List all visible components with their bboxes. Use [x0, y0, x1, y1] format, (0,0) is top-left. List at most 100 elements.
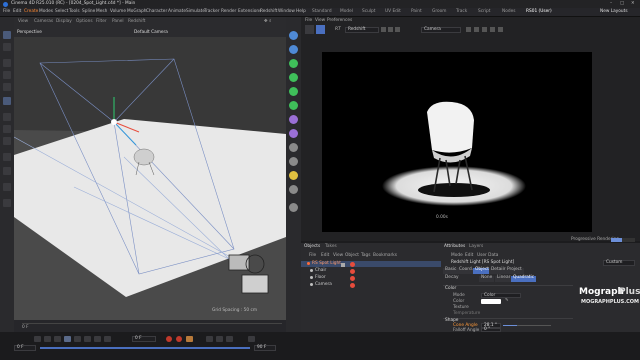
subtab-project[interactable]: Project: [505, 267, 524, 274]
new-layouts-button[interactable]: New Layouts: [600, 9, 628, 14]
tab-takes[interactable]: Takes: [325, 244, 337, 249]
rv-channel-icon[interactable]: [482, 27, 487, 32]
rendered-image[interactable]: 0.00s: [322, 52, 592, 232]
prev-key-icon[interactable]: [44, 336, 51, 342]
rv-menu-preferences[interactable]: Preferences: [327, 18, 352, 23]
layout-tab-model[interactable]: Model: [340, 9, 353, 14]
cone-angle-slider[interactable]: [503, 325, 551, 326]
select-icon[interactable]: [3, 43, 11, 51]
menu-volume[interactable]: Volume: [110, 9, 126, 14]
menu-tools[interactable]: Tools: [69, 9, 80, 14]
move-icon[interactable]: [3, 59, 11, 67]
obj-menu-bookmarks[interactable]: Bookmarks: [373, 253, 397, 258]
menu-character[interactable]: Character: [146, 9, 167, 14]
rv-menu-view[interactable]: View: [315, 18, 325, 23]
rv-camera-select[interactable]: Camera: [421, 27, 461, 33]
tag-icon[interactable]: [350, 269, 355, 274]
rv-save-icon[interactable]: [388, 27, 393, 32]
attr-menu-edit[interactable]: Edit: [465, 253, 473, 258]
rv-render-button[interactable]: [305, 25, 314, 34]
object-row[interactable]: RS Spot Light: [301, 261, 441, 267]
tag-icon[interactable]: [350, 262, 355, 267]
layer-toggle-icon[interactable]: [341, 263, 345, 267]
rv-channel-icon[interactable]: [474, 27, 479, 32]
viewport-menu-display[interactable]: Display: [56, 19, 72, 24]
color-picker-icon[interactable]: ✎: [505, 298, 509, 303]
go-to-end-icon[interactable]: [94, 336, 101, 342]
viewport-menu-view[interactable]: View: [18, 19, 28, 24]
layout-tab-groom[interactable]: Groom: [432, 9, 446, 14]
menu-redshift[interactable]: Redshift: [260, 9, 277, 14]
object-row[interactable]: Floor: [301, 275, 441, 281]
snap-icon[interactable]: [3, 167, 11, 175]
tab-layers[interactable]: Layers: [469, 244, 483, 249]
close-icon[interactable]: ✕: [631, 1, 635, 6]
layout-tab-rs01[interactable]: RS01 (User): [526, 9, 552, 14]
next-key-icon[interactable]: [84, 336, 91, 342]
polygons-mode-icon[interactable]: [3, 137, 11, 145]
viewport-menu-options[interactable]: Options: [76, 19, 93, 24]
attr-mode-select[interactable]: Custom: [603, 260, 635, 266]
play-icon[interactable]: [64, 336, 71, 342]
obj-menu-file[interactable]: File: [309, 253, 316, 258]
menu-mesh[interactable]: Mesh: [96, 9, 107, 14]
rotate-icon[interactable]: [3, 83, 11, 91]
menu-simulate[interactable]: Simulate: [186, 9, 205, 14]
field-icon[interactable]: [289, 115, 298, 124]
key-rotation-icon[interactable]: [216, 336, 223, 342]
timeline[interactable]: 0 F: [14, 320, 286, 332]
tab-attributes[interactable]: Attributes: [444, 244, 465, 249]
menu-spline[interactable]: Spline: [82, 9, 95, 14]
start-frame-field[interactable]: 0 F: [14, 345, 36, 351]
record-icon[interactable]: [166, 336, 172, 342]
obj-menu-view[interactable]: View: [333, 253, 343, 258]
menu-animate[interactable]: Animate: [168, 9, 186, 14]
cube-icon[interactable]: [289, 31, 298, 40]
viewport-menu-cameras[interactable]: Cameras: [34, 19, 53, 24]
color-section-heading[interactable]: Color: [445, 286, 456, 291]
bend-icon[interactable]: [289, 101, 298, 110]
extrude-icon[interactable]: [289, 87, 298, 96]
tab-objects[interactable]: Objects: [304, 244, 320, 249]
range-bar[interactable]: [40, 347, 250, 349]
timeline-ruler[interactable]: [22, 323, 282, 324]
menu-file[interactable]: File: [3, 9, 10, 14]
go-to-start-icon[interactable]: [34, 336, 41, 342]
render-settings-icon[interactable]: [289, 203, 298, 212]
menu-extensions[interactable]: Extensions: [238, 9, 261, 14]
prev-frame-icon[interactable]: [54, 336, 61, 342]
decay-linear-radio[interactable]: Linear: [495, 275, 513, 282]
menu-help[interactable]: Help: [296, 9, 306, 14]
autokey-icon[interactable]: [176, 336, 182, 342]
key-scale-icon[interactable]: [226, 336, 233, 342]
rv-ipr-button[interactable]: [316, 25, 325, 34]
decay-quadratic-radio[interactable]: Quadratic: [511, 275, 537, 282]
subdivision-icon[interactable]: [289, 59, 298, 68]
menu-tracker[interactable]: Tracker: [204, 9, 220, 14]
attr-menu-mode[interactable]: Mode: [451, 253, 463, 258]
layout-tab-sculpt[interactable]: Sculpt: [362, 9, 375, 14]
menu-create[interactable]: Create: [24, 9, 38, 14]
rv-channel-icon[interactable]: [498, 27, 503, 32]
keyframe-selection-icon[interactable]: [186, 336, 193, 342]
rv-renderer-select[interactable]: Redshift: [345, 27, 379, 33]
edges-mode-icon[interactable]: [3, 125, 11, 133]
brush-icon[interactable]: [3, 183, 11, 191]
model-mode-icon[interactable]: [3, 97, 11, 105]
rv-clear-icon[interactable]: [395, 27, 400, 32]
menu-window[interactable]: Window: [278, 9, 295, 14]
decay-none-radio[interactable]: None: [479, 275, 495, 282]
3d-viewport[interactable]: Grid Spacing : 50 cm: [14, 37, 286, 320]
color-swatch[interactable]: [481, 299, 501, 304]
layout-tab-uv-edit[interactable]: UV Edit: [385, 9, 401, 14]
sky-icon[interactable]: [289, 185, 298, 194]
cloner-icon[interactable]: [289, 73, 298, 82]
obj-menu-tags[interactable]: Tags: [361, 253, 371, 258]
menu-render[interactable]: Render: [221, 9, 236, 14]
color-mode-select[interactable]: Color: [481, 293, 521, 298]
loop-icon[interactable]: [104, 336, 111, 342]
light-icon[interactable]: [289, 171, 298, 180]
layout-tab-nodes[interactable]: Nodes: [502, 9, 515, 14]
layout-tab-standard[interactable]: Standard: [312, 9, 332, 14]
tag-icon[interactable]: [350, 283, 355, 288]
